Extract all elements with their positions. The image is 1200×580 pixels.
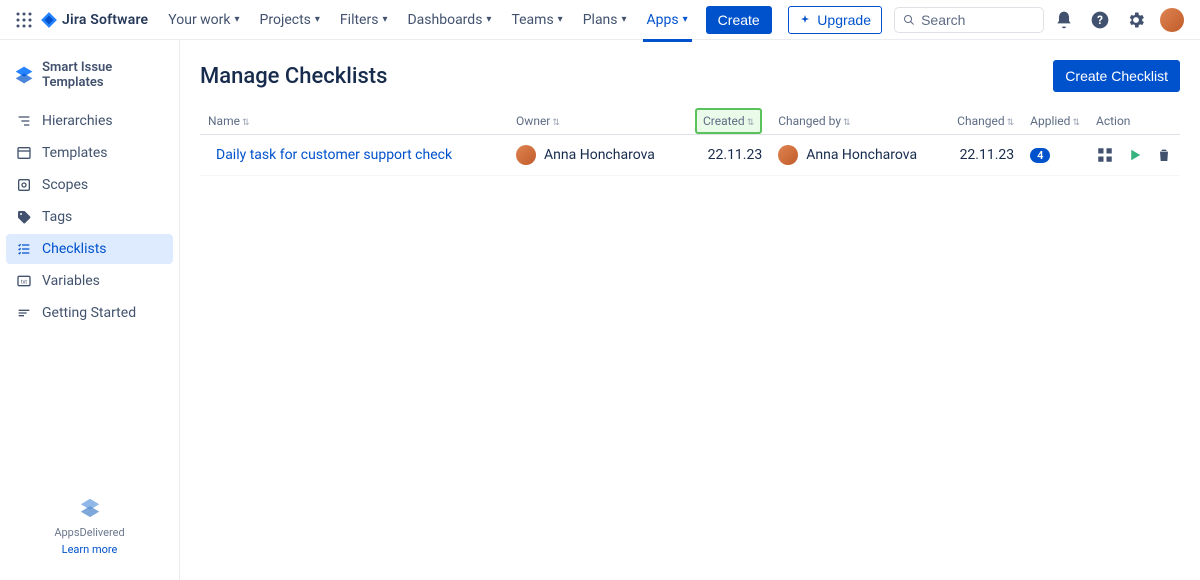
nav-apps[interactable]: Apps▾ — [639, 6, 696, 34]
settings-icon[interactable] — [1120, 4, 1152, 36]
changed-by-name: Anna Honcharova — [806, 147, 917, 163]
nav-your-work[interactable]: Your work▾ — [160, 6, 247, 34]
sidebar-item-getting-started[interactable]: Getting Started — [6, 298, 173, 328]
sidebar-item-templates[interactable]: Templates — [6, 138, 173, 168]
search-icon — [903, 13, 915, 27]
svg-text:txt: txt — [21, 280, 27, 286]
created-date: 22.11.23 — [687, 135, 770, 176]
notifications-icon[interactable] — [1048, 4, 1080, 36]
jira-logo[interactable]: Jira Software — [40, 11, 148, 29]
owner-avatar — [516, 145, 536, 165]
chevron-down-icon: ▾ — [622, 14, 627, 25]
owner-cell: Anna Honcharova — [516, 145, 679, 165]
templates-icon — [16, 145, 32, 161]
nav-plans[interactable]: Plans▾ — [575, 6, 635, 34]
create-button[interactable]: Create — [706, 6, 772, 34]
app-logo-icon — [14, 64, 34, 86]
page-title: Manage Checklists — [200, 64, 387, 89]
sparkle-icon — [799, 14, 811, 26]
checklist-name-link[interactable]: Daily task for customer support check — [216, 147, 452, 163]
checklists-icon — [16, 241, 32, 257]
nav-projects[interactable]: Projects▾ — [252, 6, 328, 34]
getting-started-icon — [16, 305, 32, 321]
sort-icon: ⇅ — [843, 118, 851, 128]
col-applied[interactable]: Applied⇅ — [1022, 108, 1088, 135]
sort-icon: ⇅ — [242, 118, 250, 128]
checklists-table: Name⇅ Owner⇅ Created⇅ Changed by⇅ Change… — [200, 108, 1180, 176]
sidebar-app-title[interactable]: Smart Issue Templates — [6, 52, 173, 106]
chevron-down-icon: ▾ — [315, 14, 320, 25]
col-action: Action — [1088, 108, 1180, 135]
create-checklist-button[interactable]: Create Checklist — [1053, 60, 1180, 92]
play-action-icon[interactable] — [1126, 146, 1144, 164]
col-owner[interactable]: Owner⇅ — [508, 108, 687, 135]
changed-date: 22.11.23 — [949, 135, 1022, 176]
user-avatar[interactable] — [1156, 4, 1188, 36]
top-nav: Jira Software Your work▾ Projects▾ Filte… — [0, 0, 1200, 40]
sidebar-item-variables[interactable]: txt Variables — [6, 266, 173, 296]
col-changed[interactable]: Changed⇅ — [949, 108, 1022, 135]
jira-logo-icon — [40, 11, 58, 29]
search-input-wrap[interactable] — [894, 7, 1044, 33]
chevron-down-icon: ▾ — [558, 14, 563, 25]
chevron-down-icon: ▾ — [382, 14, 387, 25]
sidebar-item-tags[interactable]: Tags — [6, 202, 173, 232]
owner-name: Anna Honcharova — [544, 147, 655, 163]
svg-text:?: ? — [1097, 13, 1103, 27]
nav-teams[interactable]: Teams▾ — [503, 6, 570, 34]
hierarchies-icon — [16, 113, 32, 129]
chevron-down-icon: ▾ — [683, 14, 688, 25]
tags-icon — [16, 209, 32, 225]
sort-icon: ⇅ — [1072, 118, 1080, 128]
applied-badge: 4 — [1030, 148, 1050, 163]
variables-icon: txt — [16, 273, 32, 289]
chevron-down-icon: ▾ — [486, 14, 491, 25]
jira-logo-text: Jira Software — [62, 12, 148, 28]
scopes-icon — [16, 177, 32, 193]
chevron-down-icon: ▾ — [235, 14, 240, 25]
nav-dashboards[interactable]: Dashboards▾ — [399, 6, 499, 34]
upgrade-button[interactable]: Upgrade — [788, 6, 882, 34]
col-created[interactable]: Created⇅ — [687, 108, 770, 135]
nav-filters[interactable]: Filters▾ — [332, 6, 396, 34]
sidebar-footer: AppsDelivered Learn more — [6, 496, 173, 568]
sidebar: Smart Issue Templates Hierarchies Templa… — [0, 40, 180, 580]
sort-icon: ⇅ — [747, 118, 755, 128]
footer-brand: AppsDelivered — [6, 526, 173, 539]
app-switcher-icon[interactable] — [12, 8, 36, 32]
col-name[interactable]: Name⇅ — [200, 108, 508, 135]
col-changed-by[interactable]: Changed by⇅ — [770, 108, 949, 135]
table-row: Daily task for customer support check An… — [200, 135, 1180, 176]
search-input[interactable] — [921, 12, 1035, 28]
sort-icon: ⇅ — [1007, 118, 1015, 128]
grid-action-icon[interactable] — [1096, 146, 1114, 164]
changed-by-avatar — [778, 145, 798, 165]
delete-action-icon[interactable] — [1156, 147, 1172, 163]
sidebar-item-scopes[interactable]: Scopes — [6, 170, 173, 200]
sidebar-item-checklists[interactable]: Checklists — [6, 234, 173, 264]
sidebar-item-hierarchies[interactable]: Hierarchies — [6, 106, 173, 136]
help-icon[interactable]: ? — [1084, 4, 1116, 36]
main-content: Manage Checklists Create Checklist Name⇅… — [180, 40, 1200, 580]
footer-logo-icon — [79, 496, 101, 518]
changed-by-cell: Anna Honcharova — [778, 145, 941, 165]
sort-icon: ⇅ — [552, 118, 560, 128]
footer-learn-link[interactable]: Learn more — [6, 543, 173, 556]
